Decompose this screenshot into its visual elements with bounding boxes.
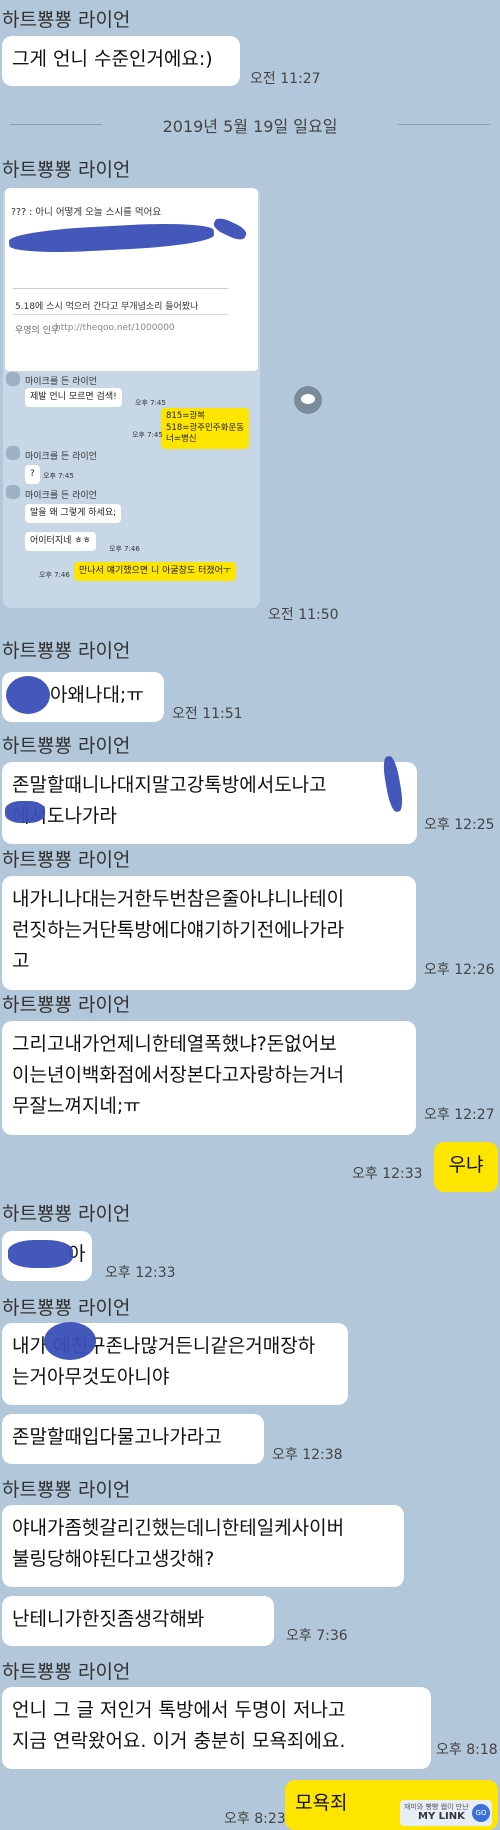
message-time: 오후 12:33: [105, 1265, 176, 1281]
sender-name: 하트뿅뿅 라이언: [2, 640, 131, 662]
message-bubble[interactable]: 존말할때니나대지말고강톡방에서도나고 해서도나가라: [2, 762, 417, 844]
inner-message: 말을 왜 그렇게 하세요;: [25, 504, 122, 523]
inner-time: 오후 7:45: [43, 472, 74, 480]
sender-name: 하트뿅뿅 라이언: [2, 849, 131, 871]
watermark-logo: 재미와 빵빵 웹이 만난 MY LINK GO: [400, 1800, 492, 1826]
message-time: 오전 11:51: [172, 706, 243, 722]
link-sub: 우영의 인우: [15, 326, 60, 336]
scribble-redaction: [8, 220, 215, 256]
sender-name: 하트뿅뿅 라이언: [2, 1479, 131, 1501]
message-bubble[interactable]: 그게 언니 수준인거에요:): [2, 36, 240, 86]
inner-sender: 마이크를 든 라이언: [25, 452, 97, 462]
inner-message: 어이터지네 ㅎㅎ: [25, 532, 96, 551]
message-bubble[interactable]: 그리고내가언제니한테열폭했냐?돈없어보 이는년이백화점에서장본다고자랑하는거너 …: [2, 1021, 416, 1135]
sender-name: 하트뿅뿅 라이언: [2, 1203, 131, 1225]
avatar: [6, 446, 20, 460]
avatar: [6, 372, 20, 386]
inner-message: ?: [25, 465, 40, 484]
sender-name: 하트뿅뿅 라이언: [2, 994, 131, 1016]
go-icon: GO: [472, 1804, 490, 1822]
sender-name: 하트뿅뿅 라이언: [2, 1297, 131, 1319]
inner-time: 오후 7:45: [132, 431, 163, 439]
scribble-redaction: [5, 801, 45, 823]
message-bubble[interactable]: 난테니가한짓좀생각해봐: [2, 1596, 274, 1646]
scribble-redaction: [44, 1322, 96, 1360]
post-text: ??? : 아니 어떻게 오늘 스시를 먹어요: [11, 207, 162, 218]
message-time: 오후 8:18: [436, 1742, 498, 1758]
my-message-bubble[interactable]: 우냐: [434, 1142, 498, 1192]
message-bubble[interactable]: 언니 그 글 저인거 톡방에서 두명이 저나고 지금 연락왔어요. 이거 충분히…: [2, 1687, 431, 1769]
inner-time: 오후 7:46: [109, 545, 140, 553]
link-url: http://theqoo.net/1000000: [55, 323, 175, 333]
post-card: ??? : 아니 어떻게 오늘 스시를 먹어요 5.18에 스시 먹으러 간다고…: [5, 188, 258, 371]
message-time: 오후 7:36: [286, 1628, 348, 1644]
message-time: 오후 12:25: [424, 817, 495, 833]
message-time: 오후 12:26: [424, 962, 495, 978]
avatar: [6, 485, 20, 499]
inner-time: 오후 7:45: [135, 399, 166, 407]
message-bubble[interactable]: 내가니나대는거한두번참은줄아냐니나테이 런짓하는거단톡방에다얘기하기전에나가라 …: [2, 876, 416, 990]
message-time: 오후 12:27: [424, 1107, 495, 1123]
scribble-redaction: [8, 1240, 73, 1268]
scribble-redaction: [211, 215, 249, 243]
sender-name: 하트뿅뿅 라이언: [2, 1661, 131, 1683]
inner-message-mine: 만나서 얘기했으면 니 아굴창도 터졌어ㅜ: [74, 562, 237, 581]
message-time: 오후 12:38: [272, 1447, 343, 1463]
inner-message: 제발 언니 모르면 검색!: [25, 388, 122, 407]
message-time: 오전 11:27: [250, 71, 321, 87]
chat-icon[interactable]: [294, 386, 322, 414]
sender-name: 하트뿅뿅 라이언: [2, 735, 131, 757]
message-bubble[interactable]: 존말할때입다물고나가라고: [2, 1414, 264, 1464]
sender-name: 하트뿅뿅 라이언: [2, 159, 131, 181]
message-time: 오전 11:50: [268, 607, 339, 623]
date-separator: 2019년 5월 19일 일요일: [162, 117, 338, 136]
inner-message-mine: 815=광복 518=광주민주화운동 너=병신: [161, 408, 250, 449]
message-time: 오후 8:23: [224, 1811, 286, 1827]
message-time: 오후 12:33: [352, 1166, 423, 1182]
link-title: 5.18에 스시 먹으러 간다고 무개념소리 들어봤나: [15, 302, 199, 312]
sender-name: 하트뿅뿅 라이언: [2, 9, 131, 31]
inner-sender: 마이크를 든 라이언: [25, 491, 97, 501]
inner-sender: 마이크를 든 라이언: [25, 377, 97, 387]
scribble-redaction: [6, 676, 50, 714]
message-bubble[interactable]: 야내가좀헷갈리긴했는데니한테일케사이버 불링당해야된다고생갓해?: [2, 1505, 404, 1587]
inner-time: 오후 7:46: [39, 571, 70, 579]
embedded-screenshot[interactable]: ??? : 아니 어떻게 오늘 스시를 먹어요 5.18에 스시 먹으러 간다고…: [3, 188, 260, 608]
